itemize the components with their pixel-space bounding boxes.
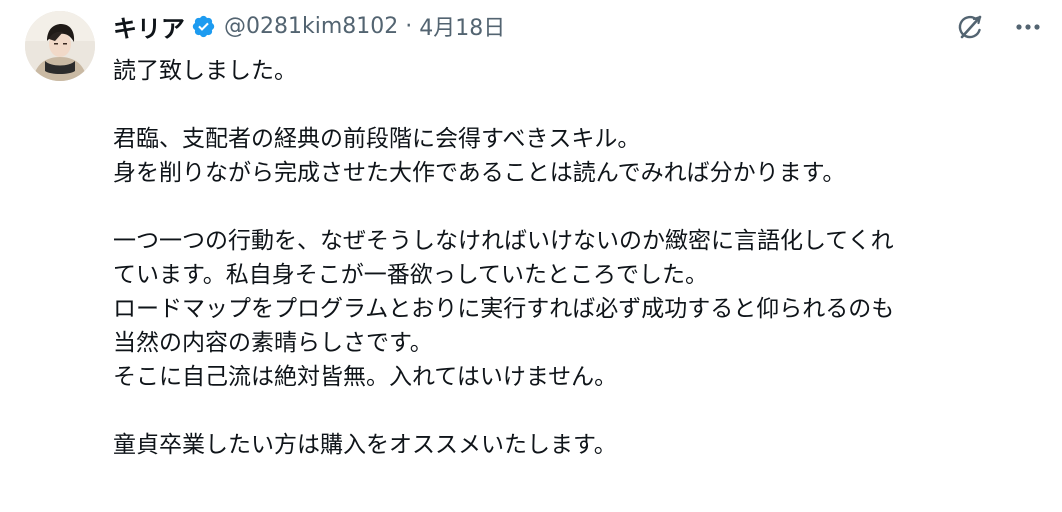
tweet-line: 一つ一つの行動を、なぜそうしなければいけないのか緻密に言語化してくれ — [113, 228, 894, 254]
tweet-line: 君臨、支配者の経典の前段階に会得すべきスキル。 — [113, 126, 641, 152]
tweet-line: そこに自己流は絶対皆無。入れてはいけません。 — [113, 364, 618, 390]
author-handle[interactable]: @0281kim8102 — [224, 14, 398, 39]
tweet-line: 当然の内容の素晴らしさです。 — [113, 330, 433, 356]
tweet: キリア @0281kim8102 · 4月18日 読了致しました。 君臨、支配者… — [0, 0, 1062, 512]
grok-slash-icon[interactable] — [954, 11, 986, 43]
more-dots-icon[interactable] — [1016, 22, 1040, 32]
author-display-name[interactable]: キリア — [113, 9, 185, 44]
tweet-line: 読了致しました。 — [113, 58, 297, 84]
user-avatar-image — [25, 11, 95, 81]
separator-dot: · — [405, 13, 413, 39]
tweet-actions — [954, 11, 1040, 43]
tweet-text: 読了致しました。 君臨、支配者の経典の前段階に会得すべきスキル。 身を削りながら… — [113, 54, 1043, 462]
verified-badge-icon — [191, 14, 216, 39]
tweet-line: 童貞卒業したい方は購入をオススメいたします。 — [113, 432, 617, 458]
tweet-header: キリア @0281kim8102 · 4月18日 — [113, 9, 505, 43]
avatar[interactable] — [25, 11, 95, 81]
tweet-line: ています。私自身そこが一番欲っしていたところでした。 — [113, 262, 709, 288]
post-date[interactable]: 4月18日 — [419, 10, 505, 42]
tweet-line: ロードマップをプログラムとおりに実行すれば必ず成功すると仰られるのも — [113, 296, 895, 322]
tweet-line: 身を削りながら完成させた大作であることは読んでみれば分かります。 — [113, 160, 846, 186]
